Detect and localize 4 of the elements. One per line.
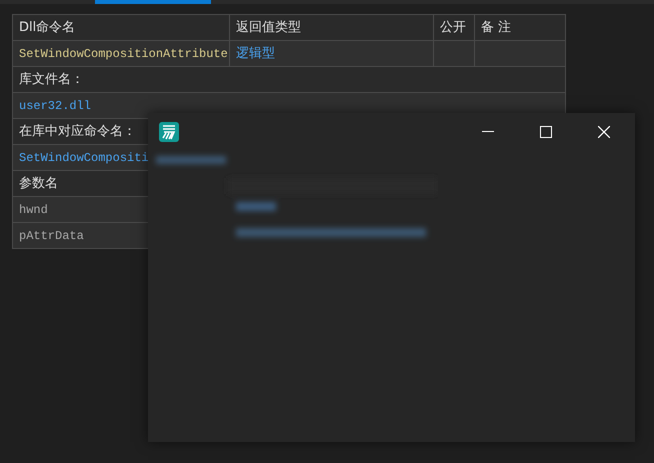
- maximize-icon: [540, 126, 552, 138]
- close-icon: [598, 126, 610, 138]
- minimize-icon: [482, 130, 494, 132]
- app-logo-icon: [159, 122, 179, 142]
